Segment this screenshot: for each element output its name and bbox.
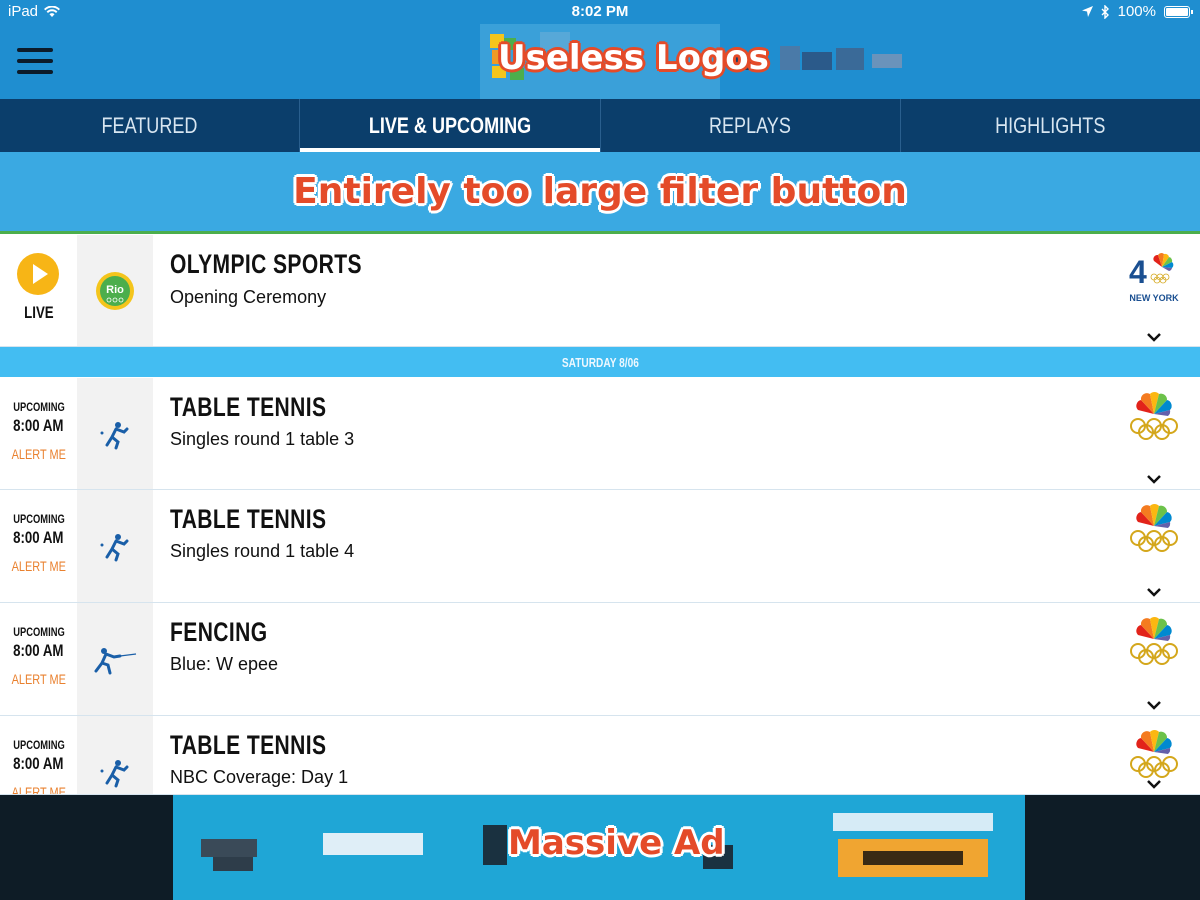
alert-me-link[interactable]: ALERT ME (0, 558, 77, 574)
event-status: UPCOMING 8:00 AM ALERT ME (0, 378, 77, 489)
tab-replays[interactable]: REPLAYS (601, 99, 901, 152)
location-arrow-icon (1081, 6, 1093, 17)
nbc-olympics-logo (1126, 388, 1182, 444)
event-status: UPCOMING 8:00 AM ALERT ME (0, 603, 77, 715)
sport-icon-cell (77, 490, 153, 602)
event-title: Blue: W epee (170, 654, 279, 674)
sport-title: OLYMPIC SPORTS (170, 249, 362, 279)
event-time: 8:00 AM (13, 528, 64, 547)
date-divider-label: SATURDAY 8/06 (561, 354, 639, 370)
svg-text:4: 4 (1129, 254, 1147, 290)
sport-icon-cell: Rio (77, 235, 153, 346)
sport-icon-cell (77, 378, 153, 489)
upcoming-label: UPCOMING (12, 625, 65, 639)
bluetooth-icon (1101, 4, 1109, 19)
live-event-row[interactable]: LIVE Rio OLYMPIC SPORTS Opening Ceremony… (0, 235, 1200, 347)
svg-text:Rio: Rio (106, 284, 124, 296)
live-status: LIVE (0, 235, 77, 346)
sport-title: TABLE TENNIS (170, 730, 327, 760)
nbc-olympics-logo (1126, 726, 1182, 782)
advertisement[interactable]: Massive Ad (173, 795, 1025, 900)
event-title: Opening Ceremony (170, 287, 327, 307)
battery-percent: 100% (1117, 3, 1156, 20)
ad-annotation: Massive Ad (508, 823, 725, 863)
event-row[interactable]: UPCOMING 8:00 AM ALERT ME TABLE TENNIS Singl… (0, 490, 1200, 603)
alert-me-link[interactable]: ALERT ME (0, 446, 77, 462)
event-row[interactable]: UPCOMING 8:00 AM ALERT ME TABLE TENNIS Singl… (0, 378, 1200, 490)
fencing-icon (94, 648, 137, 675)
event-time: 8:00 AM (13, 641, 64, 660)
upcoming-label: UPCOMING (12, 738, 65, 752)
play-icon[interactable] (17, 253, 59, 295)
upcoming-label: UPCOMING (12, 400, 65, 414)
app-header: Useless Logos (0, 24, 1200, 99)
chevron-down-icon[interactable] (1146, 776, 1162, 792)
status-bar: iPad 8:02 PM 100% (0, 0, 1200, 24)
event-title: Singles round 1 table 3 (170, 429, 355, 449)
live-label: LIVE (23, 303, 54, 322)
sport-title: TABLE TENNIS (170, 504, 327, 534)
event-time: 8:00 AM (13, 416, 64, 435)
filter-button[interactable]: Entirely too large filter button (0, 152, 1200, 234)
upcoming-label: UPCOMING (12, 512, 65, 526)
table-tennis-icon (100, 760, 129, 788)
table-tennis-icon (100, 534, 129, 562)
battery-icon (1164, 5, 1193, 18)
event-status: UPCOMING 8:00 AM ALERT ME (0, 716, 77, 794)
chevron-down-icon[interactable] (1146, 329, 1162, 345)
filter-annotation: Entirely too large filter button (293, 171, 907, 212)
sport-icon-cell (77, 716, 153, 794)
nbc-4-new-york-logo: 4 NEW YORK (1126, 253, 1182, 309)
menu-icon[interactable] (17, 48, 53, 74)
chevron-down-icon[interactable] (1146, 697, 1162, 713)
alert-me-link[interactable]: ALERT ME (0, 671, 77, 687)
event-title: Singles round 1 table 4 (170, 541, 355, 561)
event-row[interactable]: UPCOMING 8:00 AM ALERT ME TABLE TENNIS NBC C… (0, 716, 1200, 795)
event-title: NBC Coverage: Day 1 (170, 767, 349, 787)
date-divider: SATURDAY 8/06 (0, 347, 1200, 377)
sport-icon-cell (77, 603, 153, 715)
nbc-olympics-logo (1126, 500, 1182, 556)
table-tennis-icon (100, 422, 129, 450)
clock: 8:02 PM (571, 3, 629, 20)
tab-featured[interactable]: FEATURED (0, 99, 301, 152)
network-text: NEW YORK (1129, 293, 1179, 303)
chevron-down-icon[interactable] (1146, 471, 1162, 487)
nbc-olympics-logo (1126, 613, 1182, 669)
tab-bar: FEATURED LIVE & UPCOMING REPLAYS HIGHLIG… (0, 99, 1200, 152)
tab-highlights[interactable]: HIGHLIGHTS (901, 99, 1200, 152)
event-status: UPCOMING 8:00 AM ALERT ME (0, 490, 77, 602)
sport-title: TABLE TENNIS (170, 392, 327, 422)
ad-banner: Massive Ad (0, 795, 1200, 900)
tab-live-upcoming[interactable]: LIVE & UPCOMING (300, 99, 601, 152)
sport-title: FENCING (170, 617, 268, 647)
logo-annotation: Useless Logos (498, 38, 769, 78)
alert-me-link[interactable]: ALERT ME (0, 784, 77, 794)
rio-logo-icon: Rio (96, 272, 134, 310)
event-time: 8:00 AM (13, 754, 64, 773)
app-logo: Useless Logos (480, 24, 930, 99)
chevron-down-icon[interactable] (1146, 584, 1162, 600)
event-row[interactable]: UPCOMING 8:00 AM ALERT ME FENCING Blue: W ep… (0, 603, 1200, 716)
